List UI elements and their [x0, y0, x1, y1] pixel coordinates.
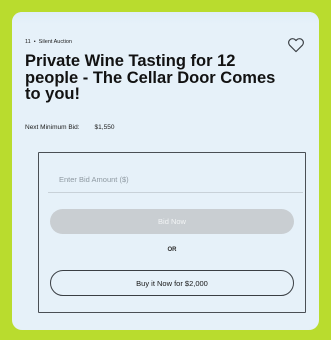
or-divider-label: OR	[167, 247, 177, 253]
meta-separator: •	[33, 39, 36, 45]
min-bid-value: $1,550	[94, 124, 115, 131]
auction-title: Private Wine Tasting for 12 people - The…	[25, 52, 276, 103]
bid-amount-input[interactable]	[48, 166, 303, 193]
bid-now-button[interactable]: Bid Now	[50, 209, 294, 234]
buy-it-now-button[interactable]: Buy it Now for $2,000	[50, 270, 294, 296]
next-minimum-bid: Next Minimum Bid: $1,550	[25, 124, 114, 131]
auction-type: Silent Auction	[38, 39, 72, 45]
lot-number: 11	[25, 39, 31, 45]
min-bid-label: Next Minimum Bid:	[25, 124, 80, 131]
heart-icon[interactable]	[287, 36, 305, 53]
lot-meta: 11 • Silent Auction	[25, 39, 72, 45]
